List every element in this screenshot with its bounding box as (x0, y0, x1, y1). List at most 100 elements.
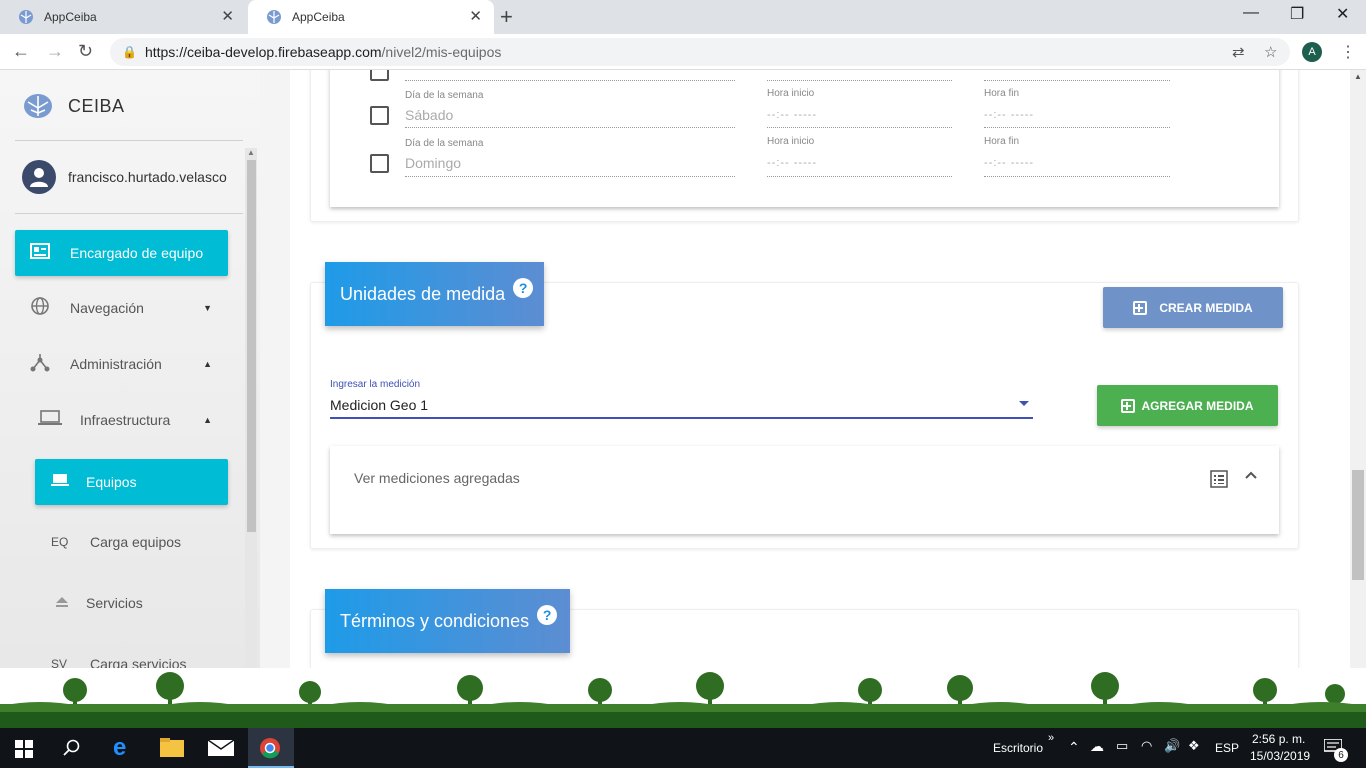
field-underline (767, 80, 952, 81)
menu-abbr: SV (51, 657, 68, 668)
language-indicator[interactable]: ESP (1215, 741, 1239, 755)
close-tab-icon[interactable]: ✕ (469, 9, 482, 25)
dropbox-icon[interactable]: ❖ (1188, 738, 1200, 754)
select-underline (330, 417, 1033, 419)
end-time-input[interactable]: --:-- ----- (984, 157, 1034, 169)
translate-icon[interactable]: ⇄ (1232, 43, 1245, 61)
sidebar-scrollbar[interactable]: ▲ (245, 148, 257, 668)
badge-icon (29, 242, 51, 264)
app-viewport: CEIBA francisco.hurtado.velasco Encargad… (0, 70, 1366, 668)
mail-icon[interactable] (208, 740, 234, 756)
volume-icon[interactable]: 🔊 (1164, 738, 1180, 754)
menu-abbr: EQ (51, 535, 69, 549)
user-profile[interactable]: francisco.hurtado.velasco (22, 160, 230, 194)
lock-icon: 🔒 (122, 45, 137, 59)
caret-up-icon[interactable]: ⌃ (1068, 739, 1080, 756)
measure-select[interactable]: Medicion Geo 1 (330, 397, 428, 413)
hierarchy-icon (29, 352, 51, 377)
divider (15, 140, 243, 141)
reload-icon[interactable]: ↻ (78, 41, 93, 61)
laptop-icon (49, 473, 71, 492)
clock-date[interactable]: 15/03/2019 (1250, 749, 1310, 763)
sidebar-item-administracion[interactable]: Administración ▲ (15, 342, 228, 386)
end-time-label: Hora fin (984, 88, 1020, 99)
globe-icon (29, 296, 51, 321)
page-scrollbar[interactable]: ▲ (1350, 70, 1366, 668)
chrome-icon[interactable] (259, 737, 281, 759)
sidebar-item-label: Carga equipos (90, 534, 182, 550)
field-underline (405, 176, 735, 177)
restore-icon[interactable]: ❐ (1290, 4, 1304, 24)
new-tab-icon[interactable]: + (500, 5, 513, 29)
sidebar-item-label: Infraestructura (80, 412, 171, 428)
page-scroll-thumb[interactable] (1352, 470, 1364, 580)
sidebar-item-carga-equipos[interactable]: EQ Carga equipos (51, 520, 228, 564)
day-checkbox[interactable] (370, 106, 389, 125)
user-name: francisco.hurtado.velasco (68, 169, 227, 185)
sidebar-item-label: Carga servicios (90, 656, 187, 668)
added-measures-panel[interactable]: Ver mediciones agregadas (330, 446, 1279, 534)
browser-tab[interactable]: AppCeiba ✕ (0, 0, 246, 34)
start-time-label: Hora inicio (767, 136, 815, 147)
bookmark-star-icon[interactable]: ☆ (1264, 43, 1277, 61)
sidebar-item-navegacion[interactable]: Navegación ▼ (15, 286, 228, 330)
end-time-label: Hora fin (984, 136, 1020, 147)
end-time-input[interactable]: --:-- ----- (984, 109, 1034, 121)
add-measure-label: AGREGAR MEDIDA (1141, 398, 1254, 413)
ceiba-logo-icon (24, 94, 52, 118)
sidebar-scroll-thumb[interactable] (247, 160, 256, 532)
desktop-toolbar-label[interactable]: Escritorio (993, 741, 1043, 755)
sidebar-item-carga-servicios[interactable]: SV Carga servicios (51, 642, 228, 668)
file-explorer-icon[interactable] (160, 738, 184, 758)
list-icon[interactable] (1210, 470, 1228, 488)
battery-icon[interactable]: ▭ (1116, 738, 1128, 754)
laptop-icon (38, 409, 62, 432)
sidebar: CEIBA francisco.hurtado.velasco Encargad… (0, 70, 260, 668)
field-underline (405, 127, 735, 128)
start-time-label: Hora inicio (767, 88, 815, 99)
terms-header: Términos y condiciones ? (325, 589, 570, 653)
url-domain: https://ceiba-develop.firebaseapp.com (144, 44, 382, 60)
day-label: Día de la semana (405, 90, 484, 101)
forward-icon[interactable]: → (46, 41, 64, 61)
profile-avatar[interactable]: A (1302, 42, 1322, 62)
sidebar-item-encargado[interactable]: Encargado de equipo (15, 230, 228, 276)
ceiba-favicon-icon (19, 10, 33, 24)
edge-browser-icon[interactable]: e (113, 734, 126, 762)
wifi-icon[interactable]: ◠ (1141, 738, 1152, 754)
clock-time[interactable]: 2:56 p. m. (1252, 732, 1305, 746)
sidebar-item-infraestructura[interactable]: Infraestructura ▲ (35, 398, 228, 442)
add-measure-button[interactable]: AGREGAR MEDIDA (1097, 385, 1278, 426)
start-time-input[interactable]: --:-- ----- (767, 109, 817, 121)
day-checkbox[interactable] (370, 154, 389, 173)
help-icon[interactable]: ? (537, 605, 558, 625)
address-bar: ← → ↻ 🔒 https://ceiba-develop.firebaseap… (0, 34, 1366, 70)
double-chevron-icon[interactable]: » (1048, 732, 1054, 744)
windows-start-icon[interactable] (15, 740, 33, 758)
start-time-input[interactable]: --:-- ----- (767, 157, 817, 169)
divider (15, 213, 243, 214)
brand[interactable]: CEIBA (22, 92, 125, 120)
day-field[interactable]: Domingo (405, 155, 461, 171)
close-window-icon[interactable]: ✕ (1336, 4, 1349, 24)
day-checkbox[interactable] (370, 70, 389, 81)
day-field[interactable]: Sábado (405, 107, 453, 123)
url-path: /nivel2/mis-equipos (381, 44, 502, 60)
browser-tab-active[interactable]: AppCeiba ✕ (248, 0, 494, 34)
back-icon[interactable]: ← (12, 41, 30, 61)
sidebar-item-equipos[interactable]: Equipos (35, 459, 228, 505)
url-field[interactable]: 🔒 https://ceiba-develop.firebaseapp.com /… (110, 38, 1290, 66)
search-icon[interactable] (63, 739, 81, 757)
scroll-up-arrow-icon[interactable]: ▲ (247, 148, 255, 157)
chevron-up-icon[interactable] (1244, 470, 1258, 480)
minimize-icon[interactable]: — (1243, 4, 1259, 22)
menu-kebab-icon[interactable]: ⋮ (1340, 42, 1356, 62)
create-measure-button[interactable]: CREAR MEDIDA (1103, 287, 1283, 328)
cloud-icon[interactable]: ☁ (1090, 738, 1104, 755)
scroll-up-arrow-icon[interactable]: ▲ (1354, 72, 1362, 81)
dropdown-caret-icon[interactable] (1019, 401, 1029, 406)
close-tab-icon[interactable]: ✕ (221, 9, 234, 25)
caret-up-icon: ▲ (203, 359, 212, 369)
sidebar-item-servicios[interactable]: Servicios (51, 581, 228, 625)
help-icon[interactable]: ? (513, 278, 534, 298)
